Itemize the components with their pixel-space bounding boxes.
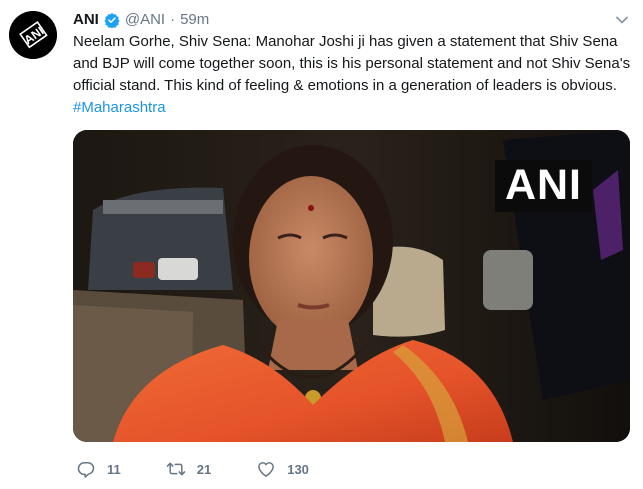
avatar[interactable]: ANI <box>9 11 57 59</box>
like-button[interactable]: 130 <box>256 459 309 479</box>
verified-badge-icon <box>104 13 120 28</box>
ani-logo-icon: ANI <box>9 11 57 59</box>
chevron-down-icon[interactable] <box>615 13 629 27</box>
tweet-header: ANI @ANI · 59m <box>73 11 209 29</box>
action-bar: 11 21 130 <box>76 459 354 479</box>
tweet-media-image[interactable]: ANI <box>73 130 630 442</box>
retweet-button[interactable]: 21 <box>166 459 211 479</box>
media-watermark: ANI <box>494 160 592 212</box>
tweet-text: Neelam Gorhe, Shiv Sena: Manohar Joshi j… <box>73 31 633 119</box>
tweet[interactable]: ANI ANI @ANI · 59m Neelam Gorhe, Shiv Se… <box>0 0 643 489</box>
separator-dot: · <box>170 11 176 28</box>
reply-count: 11 <box>107 461 121 477</box>
retweet-icon <box>166 462 185 476</box>
reply-button[interactable]: 11 <box>76 459 121 479</box>
heart-icon <box>258 462 275 477</box>
reply-icon <box>77 461 95 478</box>
like-count: 130 <box>287 461 309 477</box>
author-name[interactable]: ANI <box>73 11 99 29</box>
retweet-count: 21 <box>196 461 212 477</box>
tweet-body: Neelam Gorhe, Shiv Sena: Manohar Joshi j… <box>73 33 631 94</box>
timestamp[interactable]: 59m <box>180 11 209 29</box>
author-handle[interactable]: @ANI <box>125 11 165 29</box>
hashtag-link[interactable]: #Maharashtra <box>73 99 166 116</box>
